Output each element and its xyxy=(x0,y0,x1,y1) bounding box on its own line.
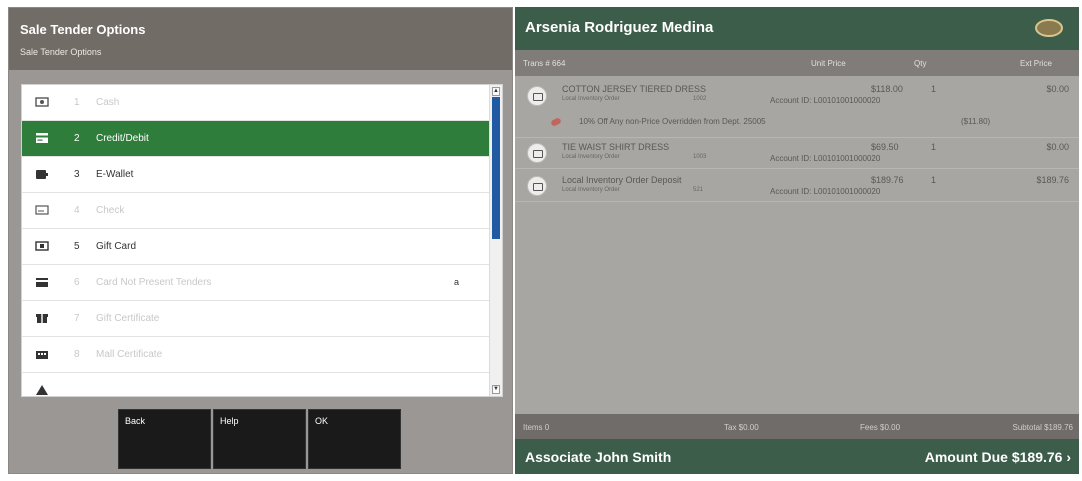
item-ext-price: $0.00 xyxy=(1046,142,1069,152)
scroll-up-arrow-icon[interactable]: ▲ xyxy=(492,87,500,96)
col-qty: Qty xyxy=(914,59,927,68)
tender-number: 6 xyxy=(74,277,80,288)
item-ext-price: $189.76 xyxy=(1036,175,1069,185)
item-unit-price: $69.50 xyxy=(871,142,899,152)
tender-number: 3 xyxy=(74,169,80,180)
back-button[interactable]: Back xyxy=(118,409,211,469)
scroll-down-arrow-icon[interactable]: ▼ xyxy=(492,385,500,394)
item-account-id: Account ID: L00101001000020 xyxy=(770,187,881,196)
tender-number: 7 xyxy=(74,313,80,324)
tender-option-card-not-present[interactable]: 6 Card Not Present Tenders a xyxy=(22,265,489,301)
store-logo-icon xyxy=(1035,19,1063,37)
ok-button[interactable]: OK xyxy=(308,409,401,469)
trans-number: Trans # 664 xyxy=(523,59,566,68)
tender-option-e-wallet[interactable]: 3 E-Wallet xyxy=(22,157,489,193)
totals-bar: Items 0 Tax $0.00 Fees $0.00 Subtotal $1… xyxy=(515,414,1079,439)
tender-label: Gift Card xyxy=(96,241,137,252)
partial-tender-icon xyxy=(36,385,48,395)
tender-extra-indicator: a xyxy=(454,277,460,287)
item-type: Local Inventory Order xyxy=(562,96,620,102)
item-name: COTTON JERSEY TIERED DRESS xyxy=(562,84,707,94)
promo-amount: ($11.80) xyxy=(961,117,991,126)
camera-icon xyxy=(527,176,547,196)
check-icon xyxy=(35,205,49,215)
promo-description: 10% Off Any non-Price Overridden from De… xyxy=(579,117,766,126)
tender-list-panel: 1 Cash 2 Credit/Debit 3 E-Wallet 4 Check xyxy=(21,84,503,397)
transaction-header: Arsenia Rodriguez Medina xyxy=(515,7,1079,50)
item-account-id: Account ID: L00101001000020 xyxy=(770,96,881,105)
dialog-header: Sale Tender Options Sale Tender Options xyxy=(9,8,512,70)
line-item[interactable]: TIE WAIST SHIRT DRESS Local Inventory Or… xyxy=(515,138,1079,169)
item-unit-price: $118.00 xyxy=(871,84,903,94)
item-name: Local Inventory Order Deposit xyxy=(562,175,682,185)
dialog-subtitle: Sale Tender Options xyxy=(20,47,102,57)
tender-list: 1 Cash 2 Credit/Debit 3 E-Wallet 4 Check xyxy=(22,85,489,396)
tender-label: Gift Certificate xyxy=(96,313,160,324)
card-not-present-icon xyxy=(36,278,48,287)
tender-number: 2 xyxy=(74,133,80,144)
camera-icon xyxy=(527,86,547,106)
amount-due-button[interactable]: Amount Due $189.76 › xyxy=(925,449,1071,465)
tender-number: 8 xyxy=(74,349,80,360)
tender-list-scrollbar[interactable]: ▲ ▼ xyxy=(489,85,502,396)
col-unit-price: Unit Price xyxy=(811,59,846,68)
transaction-panel: Arsenia Rodriguez Medina Trans # 664 Uni… xyxy=(515,7,1079,474)
item-ext-price: $0.00 xyxy=(1046,84,1069,94)
line-item[interactable]: COTTON JERSEY TIERED DRESS Local Invento… xyxy=(515,78,1079,138)
tender-number: 1 xyxy=(74,97,80,108)
cash-icon xyxy=(35,97,49,107)
tender-label: Mall Certificate xyxy=(96,349,163,360)
tender-label: Credit/Debit xyxy=(96,133,149,144)
tender-number: 5 xyxy=(74,241,80,252)
customer-name[interactable]: Arsenia Rodriguez Medina xyxy=(525,19,713,36)
tender-option-gift-certificate[interactable]: 7 Gift Certificate xyxy=(22,301,489,337)
item-account-id: Account ID: L00101001000020 xyxy=(770,154,881,163)
camera-icon xyxy=(527,143,547,163)
transaction-footer: Associate John Smith Amount Due $189.76 … xyxy=(515,439,1079,474)
help-button[interactable]: Help xyxy=(213,409,306,469)
line-item[interactable]: Local Inventory Order Deposit Local Inve… xyxy=(515,169,1079,202)
ok-button-label: OK xyxy=(315,416,329,426)
help-button-label: Help xyxy=(220,416,239,426)
sale-tender-dialog: Sale Tender Options Sale Tender Options … xyxy=(8,7,513,474)
tender-option-mall-certificate[interactable]: 8 Mall Certificate xyxy=(22,337,489,373)
subtotal: Subtotal $189.76 xyxy=(1012,423,1074,432)
gift-card-icon xyxy=(35,241,49,251)
tender-option-cash[interactable]: 1 Cash xyxy=(22,85,489,121)
tender-number: 4 xyxy=(74,205,80,216)
items-count: Items 0 xyxy=(523,423,550,432)
tender-option-gift-card[interactable]: 5 Gift Card xyxy=(22,229,489,265)
item-sku: 521 xyxy=(693,187,704,193)
tender-option-partial[interactable] xyxy=(22,373,489,396)
wallet-icon xyxy=(36,170,48,179)
dialog-title: Sale Tender Options xyxy=(20,22,146,37)
gift-certificate-icon xyxy=(36,314,48,323)
tender-option-check[interactable]: 4 Check xyxy=(22,193,489,229)
fees-total: Fees $0.00 xyxy=(860,423,901,432)
tender-label: Check xyxy=(96,205,125,216)
item-qty: 1 xyxy=(931,142,937,152)
item-type: Local Inventory Order xyxy=(562,154,620,160)
tender-label: Card Not Present Tenders xyxy=(96,277,212,288)
credit-card-icon xyxy=(36,133,48,143)
tax-total: Tax $0.00 xyxy=(724,423,759,432)
item-name: TIE WAIST SHIRT DRESS xyxy=(562,142,670,152)
tender-label: Cash xyxy=(96,97,120,108)
item-qty: 1 xyxy=(931,175,937,185)
item-sku: 1002 xyxy=(693,96,707,102)
associate-name: Associate John Smith xyxy=(525,449,672,465)
tender-label: E-Wallet xyxy=(96,169,134,180)
item-qty: 1 xyxy=(931,84,937,94)
item-unit-price: $189.76 xyxy=(871,175,904,185)
back-button-label: Back xyxy=(125,416,146,426)
discount-tag-icon xyxy=(550,117,562,127)
mall-certificate-icon xyxy=(36,351,48,359)
tender-option-credit-debit[interactable]: 2 Credit/Debit xyxy=(22,121,489,157)
col-ext-price: Ext Price xyxy=(1020,59,1053,68)
item-type: Local Inventory Order xyxy=(562,187,620,193)
item-sku: 1003 xyxy=(693,154,707,160)
line-item-column-headers: Trans # 664 Unit Price Qty Ext Price xyxy=(515,50,1079,76)
scroll-thumb[interactable] xyxy=(492,97,500,239)
